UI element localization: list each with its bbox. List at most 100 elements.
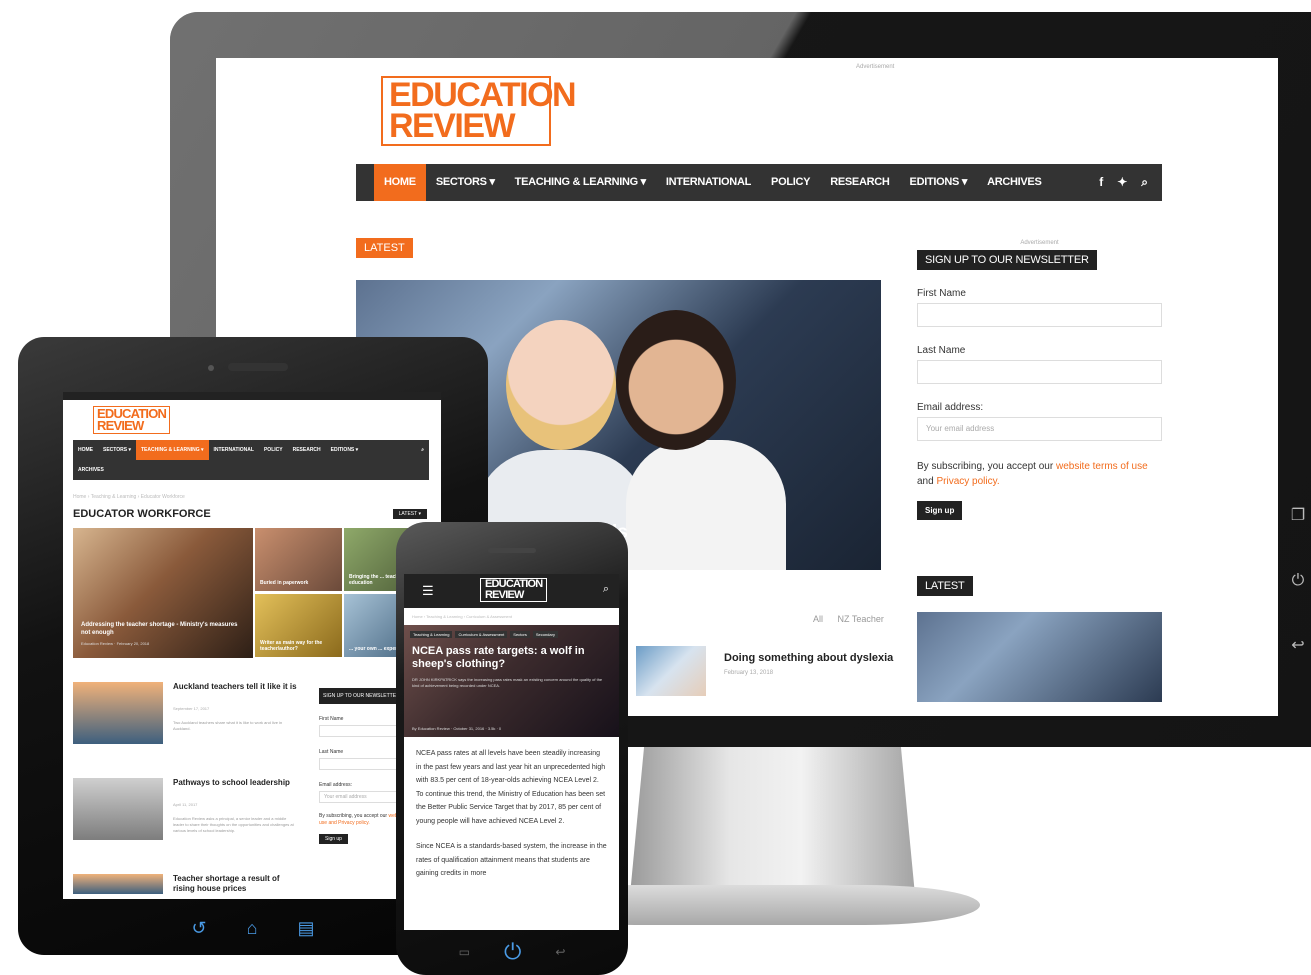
back-icon[interactable]: ↩ [555,945,565,959]
phone-site-logo[interactable]: EDUCATION REVIEW [480,578,548,602]
nav-teaching-learning[interactable]: TEACHING & LEARNING ▾ [135,440,209,460]
nav-sectors[interactable]: SECTORS ▾ [98,440,136,460]
first-name-field[interactable] [917,303,1162,327]
nav-archives[interactable]: ARCHIVES [73,460,109,480]
list-item[interactable]: Auckland teachers tell it like it is Sep… [73,682,303,778]
nav-teaching-learning[interactable]: TEACHING & LEARNING ▾ [505,164,656,201]
home-icon[interactable]: ⌂ [247,918,258,939]
site-logo[interactable]: EDUCATION REVIEW [381,76,577,146]
tag[interactable]: Sectors [510,631,530,638]
list-item[interactable]: Pathways to school leadership April 11, … [73,778,303,874]
nav-sectors[interactable]: SECTORS ▾ [426,164,505,201]
article-title: Auckland teachers tell it like it is [173,682,297,691]
recent-apps-icon[interactable]: ▭ [459,945,470,959]
search-icon[interactable]: ⌕ [416,440,429,460]
hero-figure [626,440,786,570]
latest-thumbnail[interactable] [917,612,1162,702]
article-list: Auckland teachers tell it like it is Sep… [73,682,303,899]
tag[interactable]: Curriculum & Assessment [455,631,508,638]
main-nav: HOME SECTORS ▾ TEACHING & LEARNING ▾ INT… [356,164,1162,201]
power-icon[interactable]: ⏻ [1289,572,1307,590]
category-tags: Teaching & Learning Curriculum & Assessm… [410,631,558,638]
consent-prefix: By subscribing, you accept our [319,813,388,819]
article-thumbnail [73,682,163,744]
nav-home[interactable]: HOME [73,440,98,460]
tag[interactable]: Teaching & Learning [410,631,453,638]
phone-speaker [488,548,536,553]
article-filters: All NZ Teacher [801,614,884,624]
tablet-site-logo[interactable]: EDUCATION REVIEW [93,406,171,434]
article-date: April 11, 2017 [173,802,198,807]
phone-device: ☰ EDUCATION REVIEW ⌕ Home › Teaching & L… [396,522,628,975]
newsletter-heading: SIGN UP TO OUR NEWSLETTER [917,250,1097,270]
power-icon[interactable]: ⏻ [504,939,521,965]
nav-research[interactable]: RESEARCH [820,164,899,201]
grid-tile[interactable]: Buried in paperwork [255,528,342,591]
phone-screen: ☰ EDUCATION REVIEW ⌕ Home › Teaching & L… [404,574,619,930]
tablet-screen: EDUCATION REVIEW HOME SECTORS ▾ TEACHING… [63,392,441,899]
latest-tag[interactable]: LATEST [356,238,413,258]
logo-line-2: REVIEW [485,589,524,601]
logo-line-2: REVIEW [389,107,516,145]
article-body: NCEA pass rates at all levels have been … [404,737,619,881]
breadcrumb[interactable]: Home › Teaching & Learning › Educator Wo… [73,494,185,500]
article-title: Teacher shortage a result of rising hous… [173,874,280,893]
twitter-icon[interactable]: ✦ [1117,175,1127,190]
search-icon[interactable]: ⌕ [603,583,609,596]
nav-international[interactable]: INTERNATIONAL [209,440,259,460]
nav-international[interactable]: INTERNATIONAL [656,164,761,201]
back-icon[interactable]: ↺ [192,918,207,939]
featured-title: Addressing the teacher shortage - Minist… [81,622,238,636]
signup-button[interactable]: Sign up [917,501,963,520]
article-title[interactable]: Doing something about dyslexia [724,652,893,664]
email-field[interactable]: Your email address [917,417,1162,441]
menu-icon[interactable]: ▤ [297,918,314,939]
filter-nz-teacher[interactable]: NZ Teacher [838,614,884,624]
latest-dropdown[interactable]: LATEST ▾ [392,509,427,519]
hero-figure [616,310,736,450]
first-name-label: First Name [917,288,966,299]
back-icon[interactable]: ↩ [1289,637,1307,655]
article-title: NCEA pass rate targets: a wolf in sheep'… [412,645,585,670]
nav-research[interactable]: RESEARCH [288,440,326,460]
grid-tile[interactable]: Writer as main way for the teacher/autho… [255,594,342,657]
hamburger-icon[interactable]: ☰ [422,583,434,599]
page-title: EDUCATOR WORKFORCE [73,508,211,520]
nav-home[interactable]: HOME [374,164,426,201]
article-hero: Teaching & Learning Curriculum & Assessm… [404,625,619,737]
nav-editions[interactable]: EDITIONS ▾ [900,164,978,201]
nav-archives[interactable]: ARCHIVES [977,164,1051,201]
consent-text: By subscribing, you accept our website t… [917,459,1162,489]
article-thumbnail[interactable] [636,646,706,696]
terms-link[interactable]: website terms of use [1056,461,1148,472]
nav-editions[interactable]: EDITIONS ▾ [326,440,364,460]
tag[interactable]: Secondary [532,631,558,638]
list-item[interactable]: Teacher shortage a result of rising hous… [73,874,303,899]
article-date: February 13, 2018 [724,670,774,676]
tablet-camera [208,365,214,371]
nav-icons: f ✦ ⌕ [1099,175,1162,190]
tablet-top-bar [63,392,441,400]
privacy-link[interactable]: Privacy policy. [936,476,999,487]
featured-caption: Addressing the teacher shortage - Minist… [81,621,241,648]
monitor-stand-neck [630,745,915,895]
latest-heading: LATEST [917,576,973,596]
window-icon[interactable]: ❐ [1289,507,1307,525]
responsive-devices-mockup: ❐ ⏻ ↩ Advertisement EDUCATION REVIEW HOM… [0,0,1311,975]
sidebar-advertisement-label: Advertisement [1020,240,1059,246]
search-icon[interactable]: ⌕ [1141,175,1148,190]
breadcrumb[interactable]: Home › Teaching & Learning › Curriculum … [404,608,619,625]
signup-button[interactable]: Sign up [319,834,348,844]
featured-article[interactable]: Addressing the teacher shortage - Minist… [73,528,253,658]
tablet-speaker [228,363,288,371]
last-name-field[interactable] [917,360,1162,384]
logo-line-2: REVIEW [97,418,144,433]
filter-all[interactable]: All [813,614,823,624]
article-meta: By Education Review · October 31, 2016 ·… [412,726,502,731]
facebook-icon[interactable]: f [1099,175,1103,190]
consent-and: and [917,476,934,487]
nav-policy[interactable]: POLICY [761,164,820,201]
nav-policy[interactable]: POLICY [259,440,288,460]
nav-row: ARCHIVES [73,460,429,480]
hero-figure [506,320,616,450]
